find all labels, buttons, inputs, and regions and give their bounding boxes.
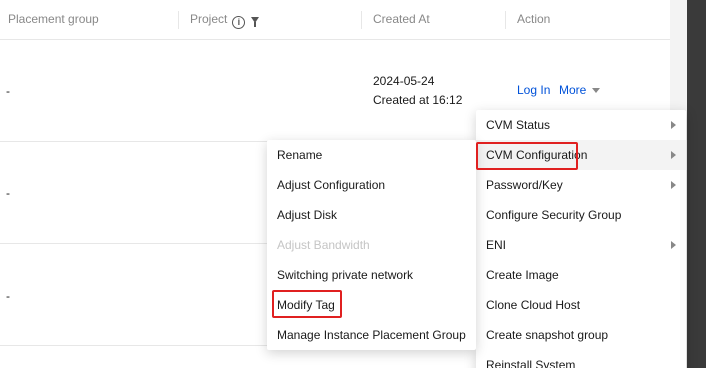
submenu-item-adjust-bandwidth: Adjust Bandwidth (277, 238, 370, 252)
highlight-modify-tag (272, 290, 342, 318)
header-placement-group[interactable]: Placement group (8, 0, 99, 40)
filter-icon[interactable] (251, 17, 260, 27)
header-action: Action (517, 12, 551, 26)
menu-item-label: Clone Cloud Host (486, 298, 581, 312)
chevron-down-icon (592, 88, 601, 93)
column-divider[interactable] (505, 11, 506, 29)
menu-item-label: ENI (486, 238, 507, 252)
menu-item-label: Configure Security Group (486, 208, 622, 222)
menu-item-create-snapshot-group[interactable]: Create snapshot group (476, 320, 686, 350)
menu-item-label: Create Image (486, 268, 559, 282)
chevron-right-icon (671, 181, 676, 189)
chevron-right-icon (671, 151, 676, 159)
placement-group-value: - (6, 289, 10, 303)
menu-item-label: CVM Status (486, 118, 551, 132)
header-project-label: Project (190, 12, 228, 26)
submenu-item-adjust-disk[interactable]: Adjust Disk (267, 200, 476, 230)
submenu-item-switching-private-network[interactable]: Switching private network (267, 260, 476, 290)
login-link[interactable]: Log In (517, 83, 550, 97)
column-divider[interactable] (178, 11, 179, 29)
highlight-cvm-configuration (476, 142, 578, 170)
chevron-right-icon (671, 121, 676, 129)
menu-item-clone-cloud-host[interactable]: Clone Cloud Host (476, 290, 686, 320)
scrollbar-thumb[interactable] (687, 0, 706, 368)
menu-item-create-image[interactable]: Create Image (476, 260, 686, 290)
submenu-item-adjust-configuration[interactable]: Adjust Configuration (267, 170, 476, 200)
header-created-at[interactable]: Created At (373, 0, 430, 40)
menu-item-reinstall-system[interactable]: Reinstall System (476, 350, 686, 368)
menu-item-configure-security-group[interactable]: Configure Security Group (476, 200, 686, 230)
header-project[interactable]: Project i (190, 0, 260, 40)
submenu-item-manage-placement-group[interactable]: Manage Instance Placement Group (267, 320, 476, 350)
chevron-right-icon (671, 241, 676, 249)
info-icon[interactable]: i (232, 16, 246, 29)
created-time: Created at 16:12 (373, 93, 463, 107)
created-date: 2024-05-24 (373, 74, 435, 88)
more-dropdown[interactable]: More (559, 83, 601, 97)
placement-group-value: - (6, 84, 10, 98)
menu-item-label: Create snapshot group (486, 328, 609, 342)
menu-item-eni[interactable]: ENI (476, 230, 686, 260)
more-label: More (559, 83, 587, 97)
cvm-configuration-submenu: Rename Adjust Configuration Adjust Disk … (267, 140, 476, 350)
submenu-item-rename[interactable]: Rename (267, 140, 476, 170)
menu-item-label: Reinstall System (486, 358, 576, 368)
menu-item-cvm-status[interactable]: CVM Status (476, 110, 686, 140)
placement-group-value: - (6, 186, 10, 200)
table-header: Placement group Project i Created At Acti… (0, 0, 670, 40)
menu-item-label: Password/Key (486, 178, 563, 192)
menu-item-password-key[interactable]: Password/Key (476, 170, 686, 200)
column-divider[interactable] (361, 11, 362, 29)
